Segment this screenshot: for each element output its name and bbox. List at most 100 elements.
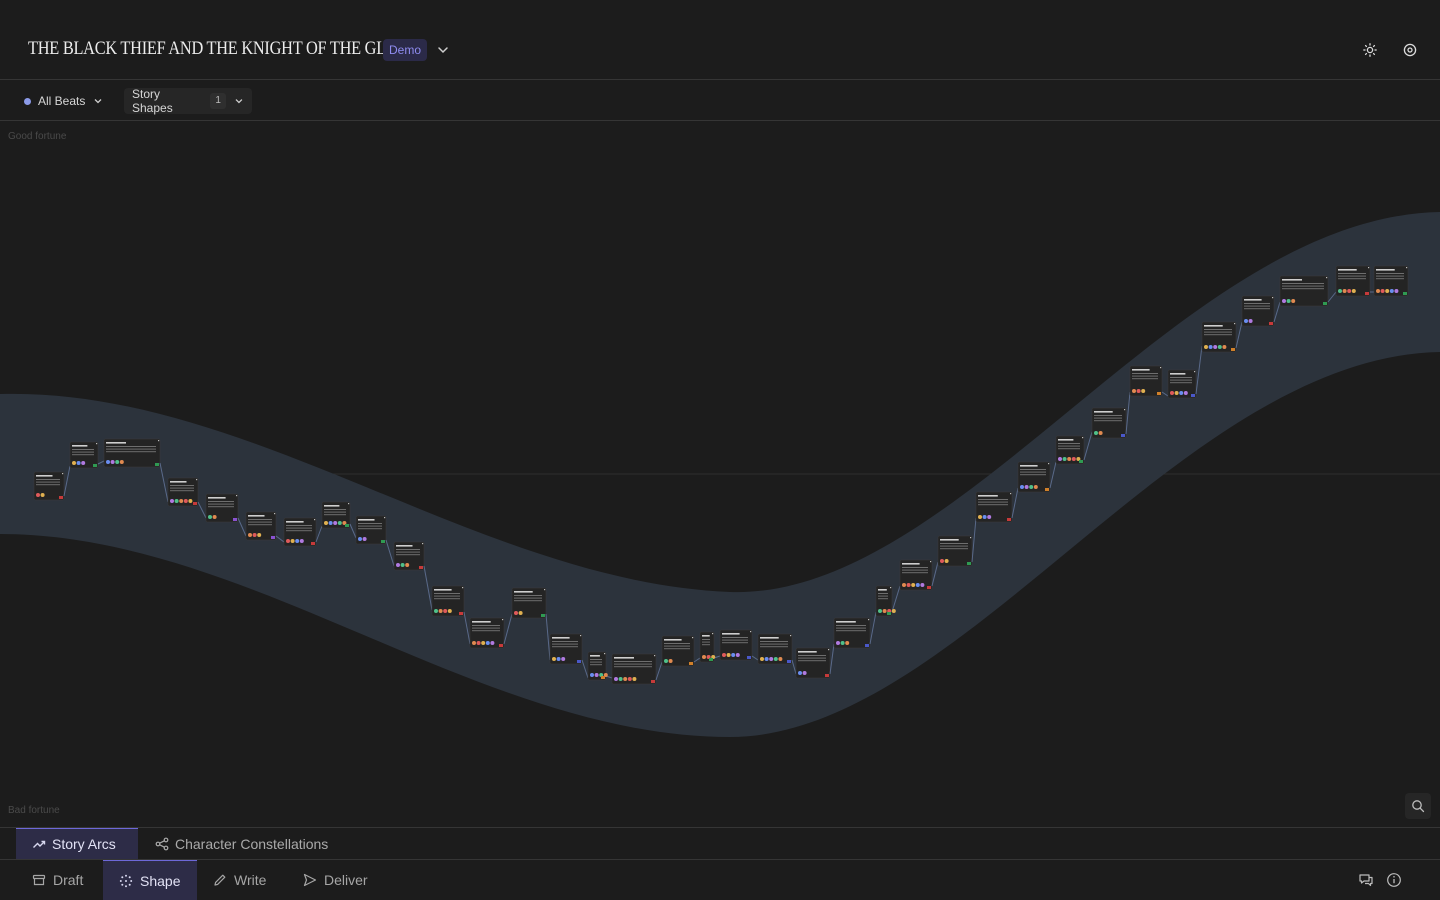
- beat-text-line: [324, 514, 346, 516]
- story-shapes-filter[interactable]: Story Shapes 1: [124, 87, 252, 115]
- beat-card[interactable]: [1335, 265, 1374, 297]
- mode-shape[interactable]: Shape: [103, 860, 197, 900]
- zoom-button[interactable]: [1405, 793, 1431, 819]
- beat-text-line: [978, 501, 1008, 503]
- mode-draft[interactable]: Draft: [16, 860, 103, 900]
- character-dot: [915, 583, 920, 587]
- settings-icon[interactable]: [1400, 40, 1420, 60]
- beat-text-line: [760, 646, 788, 648]
- beat-menu-dot: [828, 649, 830, 651]
- comments-icon[interactable]: [1356, 870, 1376, 890]
- character-dot: [1380, 289, 1385, 293]
- beat-card[interactable]: [975, 487, 1019, 523]
- character-dot: [798, 671, 802, 675]
- beat-tag: [59, 496, 63, 499]
- beat-menu-dot: [544, 589, 546, 591]
- character-dot: [731, 653, 736, 657]
- beat-tag: [233, 518, 237, 521]
- beat-tag: [345, 524, 349, 527]
- beat-text-line: [552, 643, 578, 645]
- character-dot: [362, 537, 367, 541]
- beat-text-line: [1244, 303, 1270, 304]
- beat-menu-dot: [712, 633, 714, 635]
- character-dot: [1286, 299, 1291, 303]
- character-dot: [920, 583, 925, 587]
- tab-character-constellations[interactable]: Character Constellations: [139, 828, 344, 859]
- beat-text-line: [208, 501, 234, 502]
- sun-icon[interactable]: [1360, 40, 1380, 60]
- all-beats-filter[interactable]: All Beats: [24, 88, 103, 114]
- beat-menu-dot: [1010, 493, 1012, 495]
- character-dot: [1389, 289, 1394, 293]
- beat-menu-dot: [422, 543, 424, 545]
- beat-text-line: [36, 479, 60, 480]
- beat-text-line: [1244, 305, 1270, 307]
- beat-tag: [271, 536, 275, 539]
- character-dot: [940, 559, 944, 563]
- character-dot: [490, 641, 495, 645]
- character-dot: [1394, 289, 1399, 293]
- beat-menu-dot: [1368, 267, 1370, 269]
- beat-card[interactable]: [1279, 275, 1337, 307]
- tab-story-arcs[interactable]: Story Arcs: [16, 828, 138, 859]
- filter-bar: All Beats Story Shapes 1: [0, 81, 1440, 121]
- character-dot: [1342, 289, 1347, 293]
- beat-title: [36, 475, 53, 477]
- beat-tag: [1403, 292, 1407, 295]
- view-tabs: Story Arcs Character Constellations: [0, 827, 1440, 860]
- beat-text-line: [836, 625, 866, 626]
- beat-text-line: [358, 523, 382, 524]
- beat-card[interactable]: [611, 653, 663, 685]
- character-dot: [982, 515, 987, 519]
- beat-text-line: [1244, 308, 1270, 310]
- beat-text-line: [72, 454, 94, 456]
- beat-tag: [1121, 434, 1125, 437]
- character-dot: [618, 677, 623, 681]
- beat-menu-dot: [502, 619, 504, 621]
- beat-tag: [1079, 460, 1083, 463]
- mode-label: Deliver: [324, 872, 368, 888]
- beat-title: [1170, 373, 1186, 375]
- info-icon[interactable]: [1384, 870, 1404, 890]
- beat-tag: [1269, 322, 1273, 325]
- tab-label: Story Arcs: [52, 836, 116, 852]
- beat-card[interactable]: [1373, 265, 1409, 297]
- all-beats-label: All Beats: [38, 94, 86, 108]
- beat-title: [798, 651, 817, 653]
- beat-tag: [1045, 488, 1049, 491]
- beat-menu-dot: [314, 519, 316, 521]
- character-dot: [906, 583, 911, 587]
- beat-text-line: [1132, 378, 1158, 380]
- beat-menu-dot: [580, 635, 582, 637]
- character-dot: [1098, 431, 1103, 435]
- mode-deliver[interactable]: Deliver: [287, 860, 384, 900]
- beat-tag: [1191, 394, 1195, 397]
- beat-tag: [967, 562, 971, 565]
- beat-tag: [1157, 392, 1161, 395]
- character-dot: [1248, 319, 1253, 323]
- beat-text-line: [286, 530, 312, 532]
- beat-title: [614, 657, 634, 659]
- character-dot: [81, 461, 86, 465]
- chevron-down-icon[interactable]: [436, 43, 450, 62]
- character-dot: [614, 677, 618, 681]
- beat-title: [722, 633, 740, 635]
- beat-text-line: [248, 524, 272, 526]
- mode-bar: Draft Shape Write Deliver: [0, 860, 1440, 900]
- beat-card[interactable]: [1201, 321, 1243, 353]
- beat-menu-dot: [1082, 437, 1084, 439]
- beat-text-line: [1338, 273, 1366, 274]
- beat-tag: [747, 656, 751, 659]
- character-dot: [802, 671, 807, 675]
- character-dot: [115, 460, 120, 464]
- character-dot: [40, 493, 45, 497]
- story-arc-canvas[interactable]: Good fortune Bad fortune: [0, 122, 1440, 827]
- beat-text-line: [902, 572, 928, 574]
- beat-tag: [155, 463, 159, 466]
- mode-write[interactable]: Write: [197, 860, 282, 900]
- beat-card[interactable]: [795, 643, 835, 679]
- beat-tag: [499, 644, 503, 647]
- beat-menu-dot: [1194, 371, 1196, 373]
- beat-menu-dot: [1326, 277, 1328, 279]
- beat-menu-dot: [1234, 323, 1236, 325]
